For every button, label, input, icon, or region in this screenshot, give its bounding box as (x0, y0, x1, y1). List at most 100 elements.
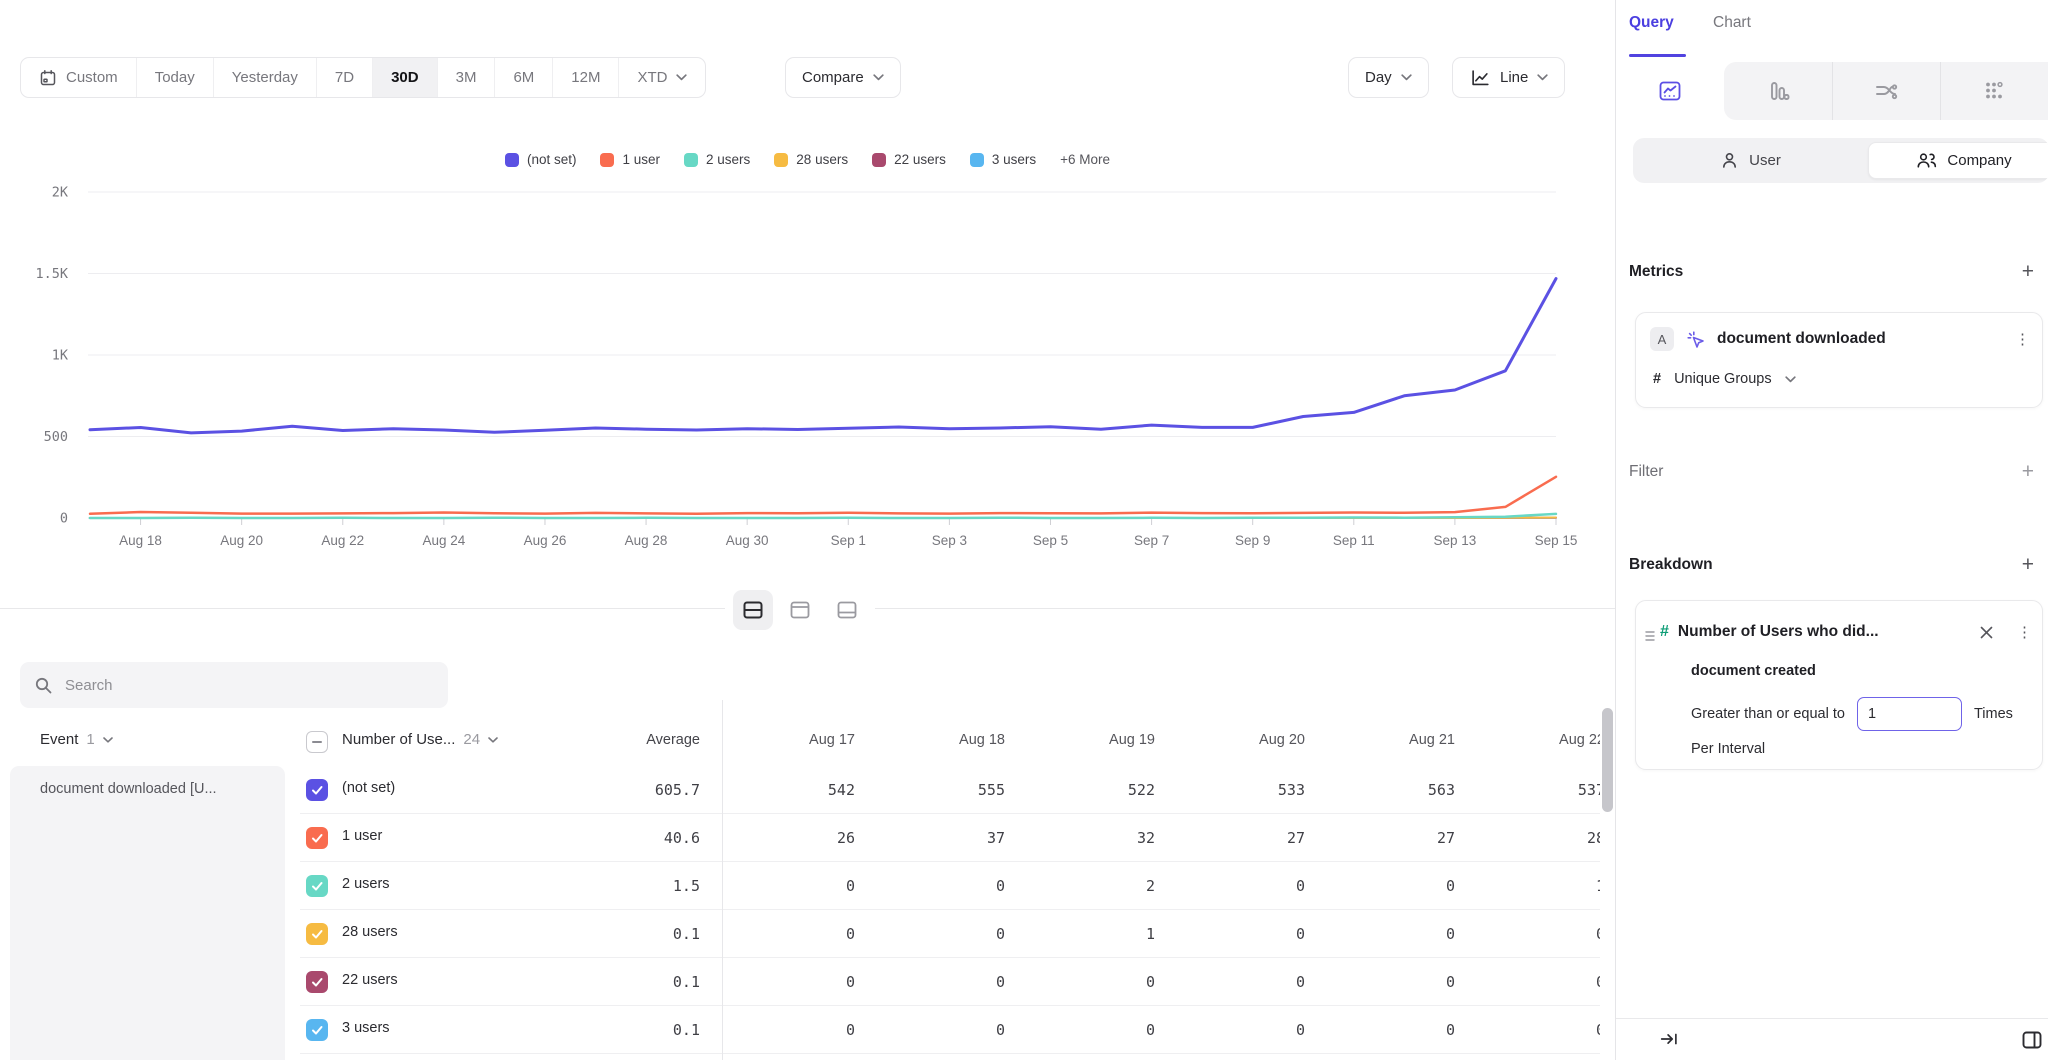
date-column-header: Aug 17 (723, 732, 873, 748)
per-interval-label: Per Interval (1691, 741, 1765, 757)
row-value: 0 (1173, 973, 1323, 991)
svg-text:Sep 11: Sep 11 (1333, 533, 1375, 548)
range-label: Yesterday (232, 69, 298, 86)
toggle-user[interactable]: User (1633, 138, 1868, 183)
row-checkbox[interactable] (306, 1019, 328, 1041)
legend-item-2-users[interactable]: 2 users (684, 152, 750, 167)
chart-type-bar-button[interactable] (1724, 62, 1832, 120)
range-30d-button[interactable]: 30D (373, 58, 438, 97)
toggle-user-label: User (1749, 152, 1781, 169)
range-today-button[interactable]: Today (137, 58, 214, 97)
breakdown-heading: Breakdown (1629, 556, 1713, 574)
event-list-item[interactable]: document downloaded [U... (10, 766, 285, 797)
chart-type-button[interactable]: Line (1452, 57, 1565, 98)
date-column-header: Aug 19 (1023, 732, 1173, 748)
row-checkbox[interactable] (306, 779, 328, 801)
event-column-header[interactable]: Event 1 (40, 731, 113, 748)
row-value: 522 (1023, 781, 1173, 799)
row-value: 27 (1323, 829, 1473, 847)
add-filter-button[interactable]: + (2022, 462, 2034, 482)
collapse-panel-icon[interactable] (1658, 1028, 1680, 1050)
layout-table-only-button[interactable] (827, 590, 867, 630)
breakdown-kebab-menu[interactable]: ⋮ (2017, 625, 2032, 640)
legend-item-not-set[interactable]: (not set) (505, 152, 577, 167)
row-average: 0.1 (540, 973, 700, 991)
close-icon[interactable] (1979, 625, 1994, 640)
row-value: 0 (1473, 973, 1600, 991)
row-label: 22 users (342, 972, 398, 988)
metrics-heading-row: Metrics + (1629, 262, 2034, 282)
legend-swatch (872, 153, 886, 167)
row-value: 0 (1473, 925, 1600, 943)
range-12m-button[interactable]: 12M (553, 58, 619, 97)
range-3m-button[interactable]: 3M (438, 58, 496, 97)
row-value: 0 (1323, 877, 1473, 895)
tab-chart[interactable]: Chart (1713, 14, 1751, 32)
granularity-button[interactable]: Day (1348, 57, 1429, 98)
legend-swatch (684, 153, 698, 167)
series-column-header[interactable]: Number of Use... 24 (342, 731, 498, 748)
row-value: 533 (1173, 781, 1323, 799)
compare-button[interactable]: Compare (785, 57, 901, 98)
row-value: 2 (1023, 877, 1173, 895)
legend-item-28-users[interactable]: 28 users (774, 152, 848, 167)
row-label: 1 user (342, 828, 382, 844)
row-checkbox[interactable] (306, 923, 328, 945)
chart-type-line-button[interactable] (1616, 62, 1724, 120)
row-value: 0 (873, 1021, 1023, 1039)
svg-text:Sep 5: Sep 5 (1033, 533, 1068, 548)
date-column-header: Aug 22 (1473, 732, 1600, 748)
row-value: 542 (723, 781, 873, 799)
row-value: 0 (1023, 973, 1173, 991)
split-view-icon[interactable] (2020, 1028, 2044, 1052)
toggle-company[interactable]: Company (1868, 142, 2048, 179)
range-label: 12M (571, 69, 600, 86)
row-checkbox[interactable] (306, 971, 328, 993)
line-chart[interactable]: 05001K1.5K2KAug 18Aug 20Aug 22Aug 24Aug … (0, 175, 1615, 565)
legend-item-3-users[interactable]: 3 users (970, 152, 1036, 167)
row-average: 1.5 (540, 877, 700, 895)
chart-type-scatter-button[interactable] (1940, 62, 2048, 120)
layout-chart-only-button[interactable] (780, 590, 820, 630)
breakdown-card[interactable]: # Number of Users who did... ⋮ document … (1635, 600, 2043, 770)
legend-item-1-user[interactable]: 1 user (600, 152, 660, 167)
table-vertical-scrollbar[interactable] (1602, 708, 1613, 812)
chevron-down-icon (1537, 74, 1548, 81)
legend-swatch (505, 153, 519, 167)
times-value-input[interactable] (1857, 697, 1962, 731)
row-value: 0 (1173, 925, 1323, 943)
legend-item-22-users[interactable]: 22 users (872, 152, 946, 167)
hash-icon: # (1653, 371, 1661, 387)
layout-split-button[interactable] (733, 590, 773, 630)
row-value: 0 (873, 877, 1023, 895)
chart-type-selector (1616, 62, 2048, 120)
range-6m-button[interactable]: 6M (495, 58, 553, 97)
range-7d-button[interactable]: 7D (317, 58, 373, 97)
chart-toolbar: CustomToday Yesterday 7D30D3M6M 12M XTD Comp… (0, 57, 1615, 98)
range-yesterday-button[interactable]: Yesterday (214, 58, 317, 97)
metric-kebab-menu[interactable]: ⋮ (2015, 332, 2030, 347)
panel-bottom-bar (1616, 1018, 2048, 1060)
legend-more-button[interactable]: +6 More (1060, 152, 1110, 167)
toggle-company-label: Company (1947, 152, 2011, 169)
row-value: 37 (873, 829, 1023, 847)
metric-card[interactable]: A document downloaded ⋮ # Unique Groups (1635, 312, 2043, 408)
drag-handle-icon[interactable] (1643, 629, 1657, 647)
row-value: 26 (723, 829, 873, 847)
range-xtd-button[interactable]: XTD (619, 58, 705, 97)
add-breakdown-button[interactable]: + (2022, 555, 2034, 575)
tab-query[interactable]: Query (1629, 14, 1674, 32)
range-custom-button[interactable]: Custom (21, 58, 137, 97)
row-checkbox[interactable] (306, 875, 328, 897)
add-metric-button[interactable]: + (2022, 262, 2034, 282)
svg-text:1K: 1K (52, 348, 69, 364)
select-all-checkbox[interactable] (306, 731, 328, 753)
chart-type-label: Line (1500, 69, 1528, 86)
compare-label: Compare (802, 69, 864, 86)
search-input[interactable] (65, 677, 434, 694)
row-divider (300, 1053, 1600, 1054)
row-checkbox[interactable] (306, 827, 328, 849)
metric-measure-selector[interactable]: # Unique Groups (1653, 371, 1796, 387)
chart-type-flow-button[interactable] (1832, 62, 1940, 120)
average-column-header: Average (540, 732, 700, 748)
